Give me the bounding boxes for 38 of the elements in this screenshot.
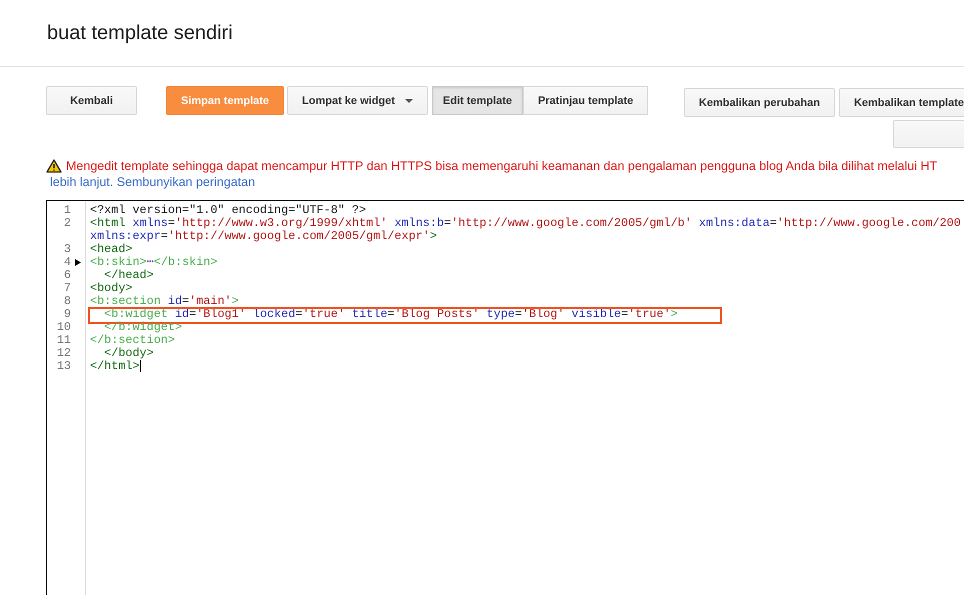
line-number: 12 [56, 346, 71, 360]
code-line: <b:widget id='Blog1' locked='true' title='Blog Posts' type='Blog' visible='true'> [103, 308, 678, 321]
code-line: <?xml version="1.0" encoding="UTF-8" ?> [90, 204, 366, 217]
code-line: <html xmlns='http://www.w3.org/1999/xhtml' xmlns:b='http://www.google.com/2005/gml/b' xmlns:data='http://www.google.com/200 [90, 217, 961, 230]
line-number: 13 [56, 359, 71, 373]
warning-message: Mengedit template sehingga dapat mencampur HTTP dan HTTPS bisa memengaruhi keamanan dan pengalaman pengguna blog Anda bila dilihat melalui HT [66, 158, 938, 174]
code-line: </b:widget> [103, 321, 182, 334]
line-number: 1 [64, 203, 71, 217]
line-number: 6 [64, 268, 71, 282]
hide-warning-link[interactable]: Sembunyikan peringatan [116, 175, 256, 189]
code-line: </head> [103, 269, 154, 282]
line-number: 11 [56, 333, 71, 347]
page-title: buat template sendiri [47, 22, 233, 44]
toolbar-button[interactable]: Kembali [46, 86, 137, 115]
code-line: <head> [90, 243, 132, 256]
toolbar-button[interactable]: Lompat ke widget [287, 86, 428, 115]
code-line: </b:section> [90, 334, 175, 347]
code-line: <b:skin>⋯</b:skin> [90, 256, 218, 269]
learn-more-link[interactable]: lebih lanjut. [50, 175, 114, 189]
line-number: 9 [64, 307, 71, 321]
code-line: <body> [90, 282, 132, 295]
line-number: 10 [56, 320, 71, 334]
fold-marker-icon[interactable] [75, 259, 81, 266]
view-tab[interactable]: Edit template [432, 86, 523, 115]
line-number: 3 [64, 242, 71, 256]
toolbar-button[interactable]: Kembalikan template [838, 88, 964, 117]
view-tab[interactable]: Pratinjau template [522, 86, 648, 115]
line-number: 4 [64, 255, 71, 269]
toolbar-button[interactable]: Kembalikan perubahan [684, 88, 835, 117]
warning-icon [46, 159, 62, 173]
code-line: xmlns:expr='http://www.google.com/2005/gml/expr'> [90, 230, 437, 243]
code-line: <b:section id='main'> [90, 295, 239, 308]
line-number: 8 [64, 294, 71, 308]
line-number: 2 [64, 216, 71, 230]
code-line: </body> [103, 347, 154, 360]
code-line: </html> [90, 360, 141, 373]
line-number: 7 [64, 281, 71, 295]
caret-icon [404, 98, 413, 102]
